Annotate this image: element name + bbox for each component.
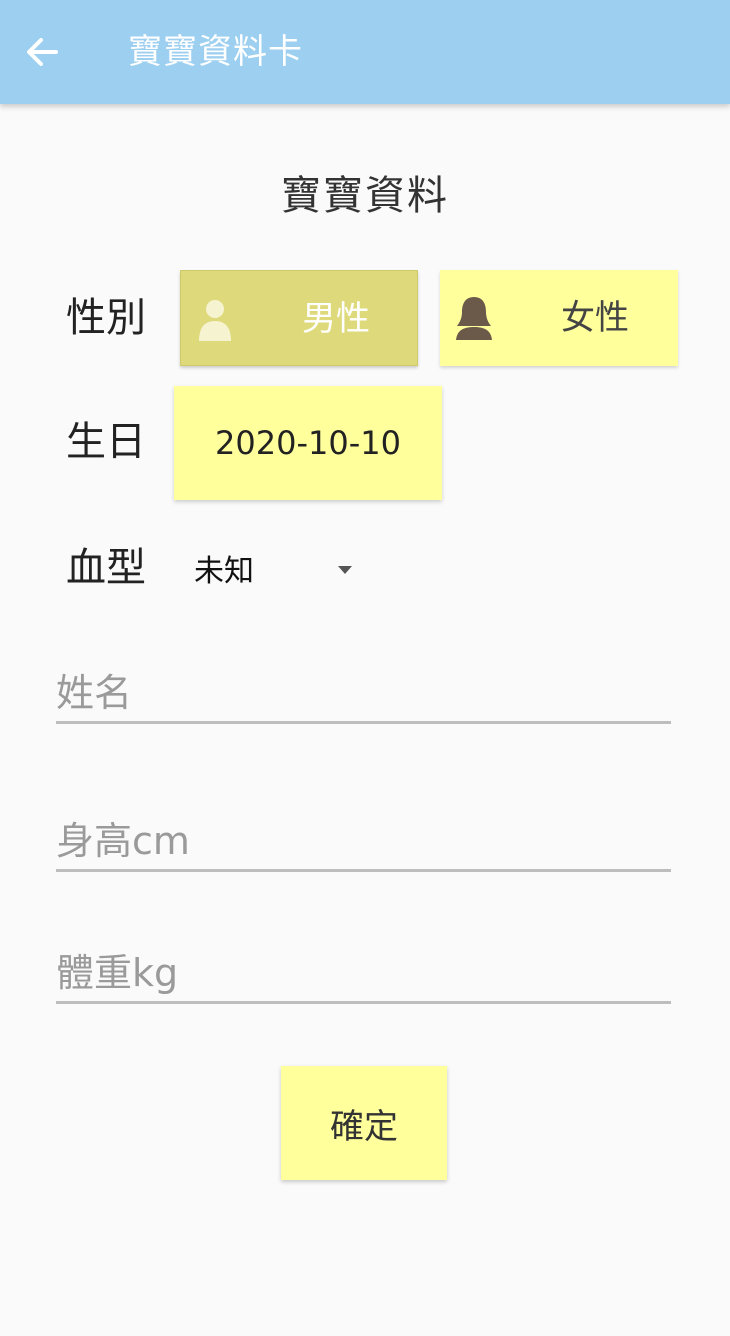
blood-type-dropdown[interactable]: 未知: [194, 548, 364, 596]
app-bar: 寶寶資料卡: [0, 0, 730, 104]
height-field-underline: [56, 869, 671, 872]
blood-type-label: 血型: [66, 545, 146, 591]
gender-female-label: 女性: [561, 298, 629, 338]
name-field[interactable]: 姓名: [56, 664, 671, 724]
blood-type-value: 未知: [194, 554, 254, 589]
gender-label: 性別: [66, 295, 146, 341]
back-button[interactable]: [18, 26, 66, 78]
app-bar-title: 寶寶資料卡: [128, 32, 303, 72]
name-field-placeholder: 姓名: [56, 671, 133, 715]
gender-female-button[interactable]: 女性: [440, 270, 678, 366]
name-field-underline: [56, 721, 671, 724]
height-field-placeholder: 身高cm: [56, 819, 190, 863]
height-field[interactable]: 身高cm: [56, 812, 671, 872]
section-title: 寶寶資料: [281, 173, 449, 219]
weight-field-placeholder: 體重kg: [56, 951, 179, 995]
arrow-left-icon: [27, 38, 58, 66]
gender-male-label: 男性: [302, 299, 370, 339]
birthday-picker-button[interactable]: 2020-10-10: [174, 386, 442, 500]
weight-field-underline: [56, 1001, 671, 1004]
dropdown-arrow-icon: [338, 566, 352, 574]
weight-field[interactable]: 體重kg: [56, 944, 671, 1004]
woman-icon: [456, 297, 492, 340]
gender-male-button[interactable]: 男性: [180, 270, 418, 366]
person-icon: [199, 300, 231, 341]
confirm-button[interactable]: 確定: [281, 1066, 447, 1180]
birthday-label: 生日: [66, 419, 146, 465]
